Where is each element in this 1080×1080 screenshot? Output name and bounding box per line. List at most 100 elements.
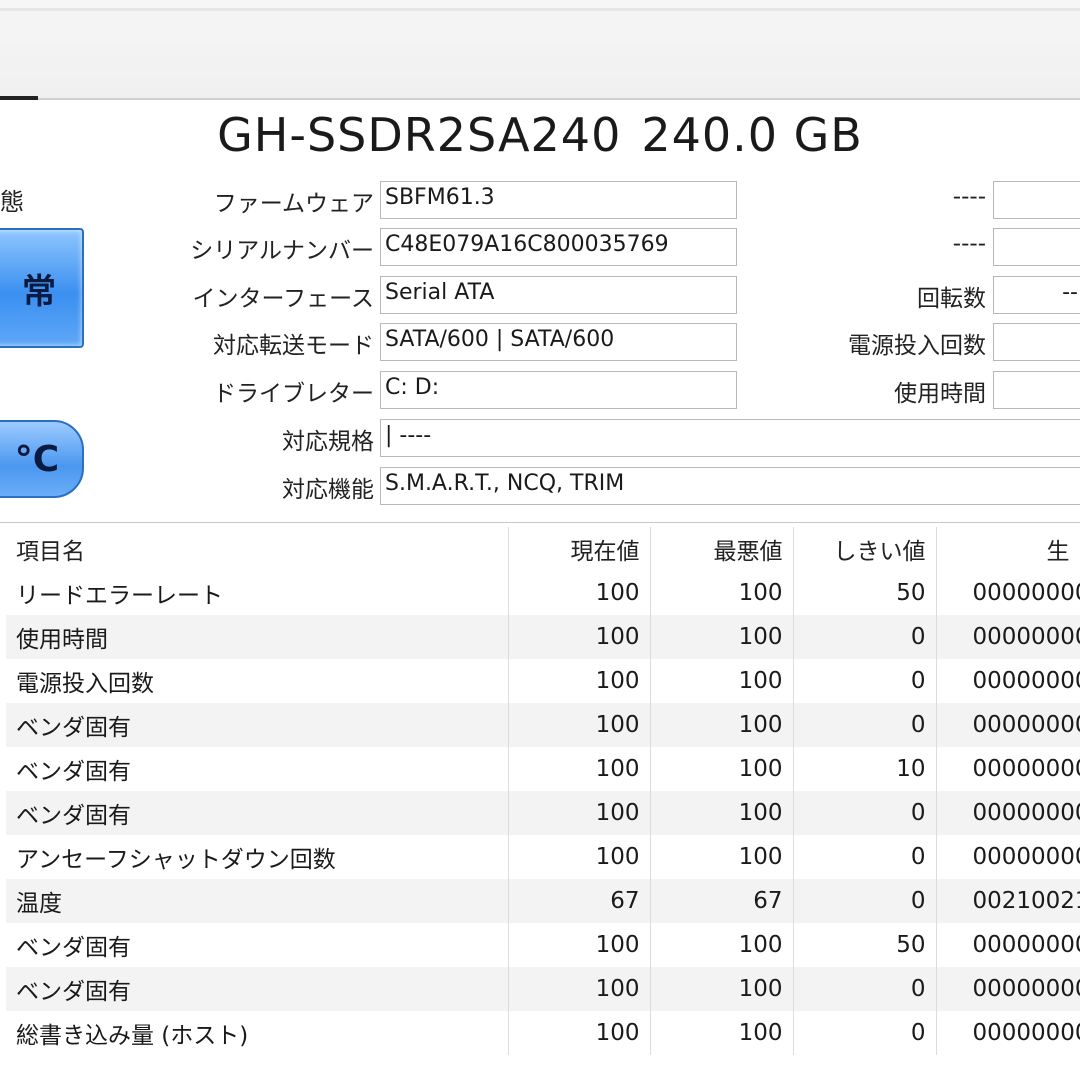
cell-worst: 100 (650, 967, 794, 1011)
cell-threshold: 0 (793, 967, 937, 1011)
power-on-hours-field (993, 371, 1080, 409)
drive-letter-label: ドライブレター (213, 381, 374, 407)
cell-threshold: 50 (793, 923, 937, 967)
column-header-name[interactable]: 項目名 (6, 527, 509, 571)
cell-current: 100 (508, 967, 651, 1011)
firmware-field: SBFM61.3 (380, 181, 737, 219)
menu-bar (0, 0, 1080, 100)
cell-worst: 100 (650, 923, 794, 967)
column-header-threshold[interactable]: しきい値 (793, 527, 937, 571)
cell-threshold: 0 (793, 791, 937, 835)
cell-name: ベンダ固有 (6, 703, 509, 747)
cell-threshold: 0 (793, 615, 937, 659)
serial-label: シリアルナンバー (190, 238, 374, 264)
cell-worst: 100 (650, 791, 794, 835)
table-row[interactable]: ベンダ固有 100 100 0 00000000 (6, 703, 1080, 747)
cell-current: 100 (508, 1011, 651, 1055)
temperature-button[interactable]: °C (0, 420, 84, 498)
smart-attribute-list[interactable]: 項目名 現在値 最悪値 しきい値 生 リードエラーレート 100 100 50 0000… (0, 522, 1080, 1080)
cell-raw: 00000000 (972, 580, 1080, 606)
cell-threshold: 0 (793, 835, 937, 879)
table-row[interactable]: リードエラーレート 100 100 50 00000000 (6, 571, 1080, 615)
cell-raw: 00000000 (972, 932, 1080, 958)
interface-label: インターフェース (192, 286, 374, 312)
cell-worst: 100 (650, 659, 794, 703)
menu-divider (0, 8, 1080, 11)
drive-letter-field: C: D: (380, 371, 737, 409)
cell-raw: 00000000 (936, 703, 1080, 747)
cell-raw: 00000000 (972, 1020, 1080, 1046)
cell-raw: 00210021 (936, 879, 1080, 923)
rotation-field: -- (993, 276, 1080, 314)
cell-threshold: 50 (793, 571, 937, 615)
cell-name: 温度 (6, 879, 509, 923)
power-on-count-label: 電源投入回数 (848, 333, 986, 359)
cell-current: 67 (508, 879, 651, 923)
table-row[interactable]: 使用時間 100 100 0 00000000 (6, 615, 1080, 659)
table-row[interactable]: 総書き込み量 (ホスト) 100 100 0 00000000 (6, 1011, 1080, 1055)
cell-name: リードエラーレート (6, 571, 509, 615)
column-header-current[interactable]: 現在値 (508, 527, 651, 571)
cell-name: ベンダ固有 (6, 967, 509, 1011)
cell-raw: 00000000 (972, 844, 1080, 870)
health-status-button[interactable]: 常 (0, 228, 84, 348)
column-header-raw[interactable]: 生 (936, 527, 1080, 571)
features-label: 対応機能 (282, 477, 374, 503)
standard-label: 対応規格 (282, 429, 374, 455)
table-row[interactable]: ベンダ固有 100 100 50 00000000 (6, 923, 1080, 967)
cell-name: ベンダ固有 (6, 791, 509, 835)
cell-raw: 00000000 (972, 756, 1080, 782)
table-row[interactable]: アンセーフシャットダウン回数 100 100 0 00000000 (6, 835, 1080, 879)
cell-name: 使用時間 (6, 615, 509, 659)
right-field-2 (993, 228, 1080, 266)
right-field-1-label: ---- (952, 184, 986, 210)
features-field: S.M.A.R.T., NCQ, TRIM (380, 467, 1080, 505)
smart-table: 項目名 現在値 最悪値 しきい値 生 リードエラーレート 100 100 50 0000… (6, 527, 1080, 1055)
cell-worst: 100 (650, 615, 794, 659)
cell-current: 100 (508, 923, 651, 967)
cell-worst: 100 (650, 835, 794, 879)
table-row[interactable]: 電源投入回数 100 100 0 00000000 (6, 659, 1080, 703)
cell-threshold: 0 (793, 879, 937, 923)
cell-raw: 00000000 (936, 967, 1080, 1011)
smart-table-header: 項目名 現在値 最悪値 しきい値 生 (6, 527, 1080, 571)
table-row[interactable]: ベンダ固有 100 100 10 00000000 (6, 747, 1080, 791)
cell-worst: 100 (650, 703, 794, 747)
serial-field: C48E079A16C800035769 (380, 228, 737, 266)
active-tab-indicator[interactable] (0, 96, 38, 100)
right-field-2-label: ---- (952, 231, 986, 257)
standard-field: | ---- (380, 419, 1080, 457)
cell-name: ベンダ固有 (6, 923, 509, 967)
table-row[interactable]: 温度 67 67 0 00210021 (6, 879, 1080, 923)
cell-current: 100 (508, 659, 651, 703)
interface-field: Serial ATA (380, 276, 737, 314)
temperature-value: °C (14, 438, 60, 480)
rotation-label: 回転数 (917, 286, 986, 312)
drive-model: GH-SSDR2SA240 (217, 108, 622, 162)
cell-current: 100 (508, 615, 651, 659)
cell-threshold: 0 (793, 703, 937, 747)
transfer-mode-field: SATA/600 | SATA/600 (380, 323, 737, 361)
health-status-value: 常 (22, 271, 56, 312)
health-status-label: 状態 (0, 188, 24, 216)
right-field-1 (993, 181, 1080, 219)
cell-current: 100 (508, 791, 651, 835)
cell-raw: 00000000 (972, 668, 1080, 694)
firmware-label: ファームウェア (213, 191, 374, 217)
power-on-count-field (993, 323, 1080, 361)
cell-current: 100 (508, 747, 651, 791)
cell-threshold: 0 (793, 659, 937, 703)
table-row[interactable]: ベンダ固有 100 100 0 00000000 (6, 967, 1080, 1011)
drive-title: GH-SSDR2SA240 240.0 GB (0, 108, 1080, 162)
cell-raw: 00000000 (936, 615, 1080, 659)
transfer-mode-label: 対応転送モード (213, 333, 374, 359)
table-row[interactable]: ベンダ固有 100 100 0 00000000 (6, 791, 1080, 835)
cell-current: 100 (508, 835, 651, 879)
power-on-hours-label: 使用時間 (894, 381, 986, 407)
cell-raw: 00000000 (936, 791, 1080, 835)
cell-current: 100 (508, 571, 651, 615)
column-header-worst[interactable]: 最悪値 (650, 527, 794, 571)
cell-threshold: 0 (793, 1011, 937, 1055)
cell-threshold: 10 (793, 747, 937, 791)
cell-name: ベンダ固有 (6, 747, 509, 791)
